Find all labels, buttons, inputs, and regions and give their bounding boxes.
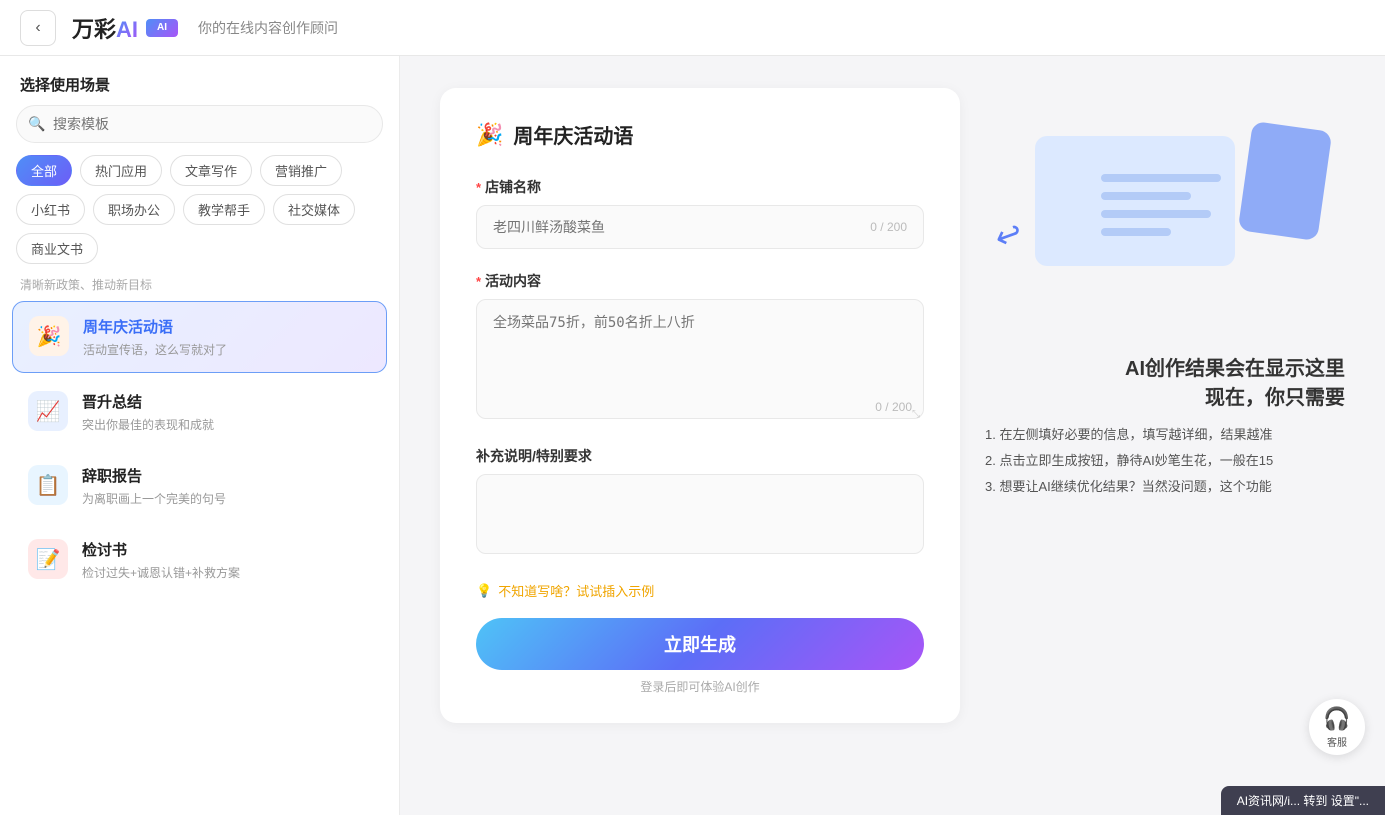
item-title-review: 检讨书 [82, 539, 371, 560]
item-desc-promotion: 突出你最佳的表现和成就 [82, 416, 371, 433]
tag-education[interactable]: 教学帮手 [183, 194, 265, 225]
item-text-promotion: 晋升总结 突出你最佳的表现和成就 [82, 391, 371, 433]
login-hint: 登录后即可体验AI创作 [476, 678, 924, 695]
right-decoration: ↩ AI创作结果会在显示这里 现在，你只需要 1. 在左侧填好必要的信息，填写越… [985, 116, 1345, 500]
resize-handle: ⤡ [912, 409, 920, 420]
deco-illustration: ↩ [985, 116, 1345, 336]
item-icon-review: 📝 [28, 539, 68, 579]
tag-article[interactable]: 文章写作 [170, 155, 252, 186]
deco-line-3 [1101, 210, 1211, 218]
generate-button[interactable]: 立即生成 [476, 618, 924, 670]
tag-office[interactable]: 职场办公 [93, 194, 175, 225]
header-subtitle: 你的在线内容创作顾问 [198, 18, 338, 38]
item-title-resign: 辞职报告 [82, 465, 371, 486]
tag-hot[interactable]: 热门应用 [80, 155, 162, 186]
search-box: 🔍 [16, 105, 383, 143]
item-desc-resign: 为离职画上一个完美的句号 [82, 490, 371, 507]
ai-desc-title: AI创作结果会在显示这里 现在，你只需要 [985, 352, 1345, 410]
item-icon-anniversary: 🎉 [29, 316, 69, 356]
activity-textarea-wrap: 0 / 200 ⤡ [476, 299, 924, 424]
form-card: 🎉 周年庆活动语 * 店铺名称 0 / 200 * 活动内容 [440, 88, 960, 723]
field-label-supplement: 补充说明/特别要求 [476, 446, 924, 466]
item-desc-review: 检讨过失+诚恩认错+补救方案 [82, 564, 371, 581]
sidebar-title: 选择使用场景 [0, 56, 399, 105]
search-icon: 🔍 [28, 116, 45, 133]
tag-business[interactable]: 商业文书 [16, 233, 98, 264]
list-item-anniversary[interactable]: 🎉 周年庆活动语 活动宣传语，这么写就对了 [12, 301, 387, 373]
logo-area: 万彩AI AI [72, 12, 178, 44]
back-button[interactable]: ‹ [20, 10, 56, 46]
tag-social[interactable]: 社交媒体 [273, 194, 355, 225]
back-icon: ‹ [35, 19, 40, 37]
content-area: 🎉 周年庆活动语 * 店铺名称 0 / 200 * 活动内容 [400, 56, 1385, 815]
required-star-activity: * [476, 274, 481, 289]
item-title-promotion: 晋升总结 [82, 391, 371, 412]
supplement-textarea[interactable] [476, 474, 924, 554]
example-hint-text: 不知道写啥？试试插入示例 [498, 581, 654, 600]
logo-badge: AI [146, 19, 178, 37]
item-desc-anniversary: 活动宣传语，这么写就对了 [83, 341, 370, 358]
list-item-review[interactable]: 📝 检讨书 检讨过失+诚恩认错+补救方案 [12, 525, 387, 595]
list-item-promotion[interactable]: 📈 晋升总结 突出你最佳的表现和成就 [12, 377, 387, 447]
item-icon-promotion: 📈 [28, 391, 68, 431]
tag-all[interactable]: 全部 [16, 155, 72, 186]
activity-textarea[interactable] [476, 299, 924, 419]
item-text-resign: 辞职报告 为离职画上一个完美的句号 [82, 465, 371, 507]
tag-marketing[interactable]: 营销推广 [260, 155, 342, 186]
form-title-icon: 🎉 [476, 122, 503, 148]
section-hint: 清晰新政策、推动新目标 [12, 272, 387, 301]
form-title-text: 周年庆活动语 [513, 120, 633, 149]
bottom-banner[interactable]: AI资讯网/i... 转到 设置"... [1221, 786, 1385, 815]
sidebar-list: 清晰新政策、推动新目标 🎉 周年庆活动语 活动宣传语，这么写就对了 📈 晋升总结… [0, 272, 399, 815]
ai-desc-list: 1. 在左侧填好必要的信息，填写越详细，结果越准 2. 点击立即生成按钮，静待A… [985, 422, 1345, 500]
field-label-activity: * 活动内容 [476, 271, 924, 291]
shop-name-input-wrap: 0 / 200 [476, 205, 924, 249]
activity-count: 0 / 200 [875, 400, 912, 414]
header: ‹ 万彩AI AI 你的在线内容创作顾问 [0, 0, 1385, 56]
cs-label: 客服 [1327, 734, 1347, 749]
shop-name-input[interactable] [493, 219, 870, 235]
ai-description: AI创作结果会在显示这里 现在，你只需要 1. 在左侧填好必要的信息，填写越详细… [985, 352, 1345, 500]
list-item-resign[interactable]: 📋 辞职报告 为离职画上一个完美的句号 [12, 451, 387, 521]
example-hint[interactable]: 💡 不知道写啥？试试插入示例 [476, 581, 924, 600]
filter-tags: 全部 热门应用 文章写作 营销推广 小红书 职场办公 教学帮手 社交媒体 商业文… [0, 155, 399, 272]
deco-card-right [1238, 121, 1333, 241]
bottom-banner-text: AI资讯网/i... 转到 设置"... [1237, 794, 1369, 808]
customer-service-button[interactable]: 🎧 客服 [1309, 699, 1365, 755]
cs-icon: 🎧 [1323, 706, 1350, 732]
deco-line-1 [1101, 174, 1221, 182]
required-star-shop: * [476, 180, 481, 195]
main-layout: 选择使用场景 🔍 全部 热门应用 文章写作 营销推广 小红书 职场办公 教学帮手… [0, 56, 1385, 815]
item-title-anniversary: 周年庆活动语 [83, 316, 370, 337]
logo-text: 万彩AI [72, 12, 138, 44]
form-title: 🎉 周年庆活动语 [476, 120, 924, 149]
item-icon-resign: 📋 [28, 465, 68, 505]
field-group-shop-name: * 店铺名称 0 / 200 [476, 177, 924, 249]
sidebar: 选择使用场景 🔍 全部 热门应用 文章写作 营销推广 小红书 职场办公 教学帮手… [0, 56, 400, 815]
search-input[interactable] [16, 105, 383, 143]
deco-card-lines [1101, 174, 1221, 236]
field-label-shop-name: * 店铺名称 [476, 177, 924, 197]
shop-name-count: 0 / 200 [870, 220, 907, 234]
deco-line-2 [1101, 192, 1191, 200]
item-text-anniversary: 周年庆活动语 活动宣传语，这么写就对了 [83, 316, 370, 358]
deco-line-4 [1101, 228, 1171, 236]
field-group-activity: * 活动内容 0 / 200 ⤡ [476, 271, 924, 424]
lightbulb-icon: 💡 [476, 583, 492, 599]
deco-arrow-icon: ↩ [989, 213, 1027, 258]
item-text-review: 检讨书 检讨过失+诚恩认错+补救方案 [82, 539, 371, 581]
deco-card-big [1035, 136, 1235, 266]
tag-xiaohongshu[interactable]: 小红书 [16, 194, 85, 225]
field-group-supplement: 补充说明/特别要求 [476, 446, 924, 559]
